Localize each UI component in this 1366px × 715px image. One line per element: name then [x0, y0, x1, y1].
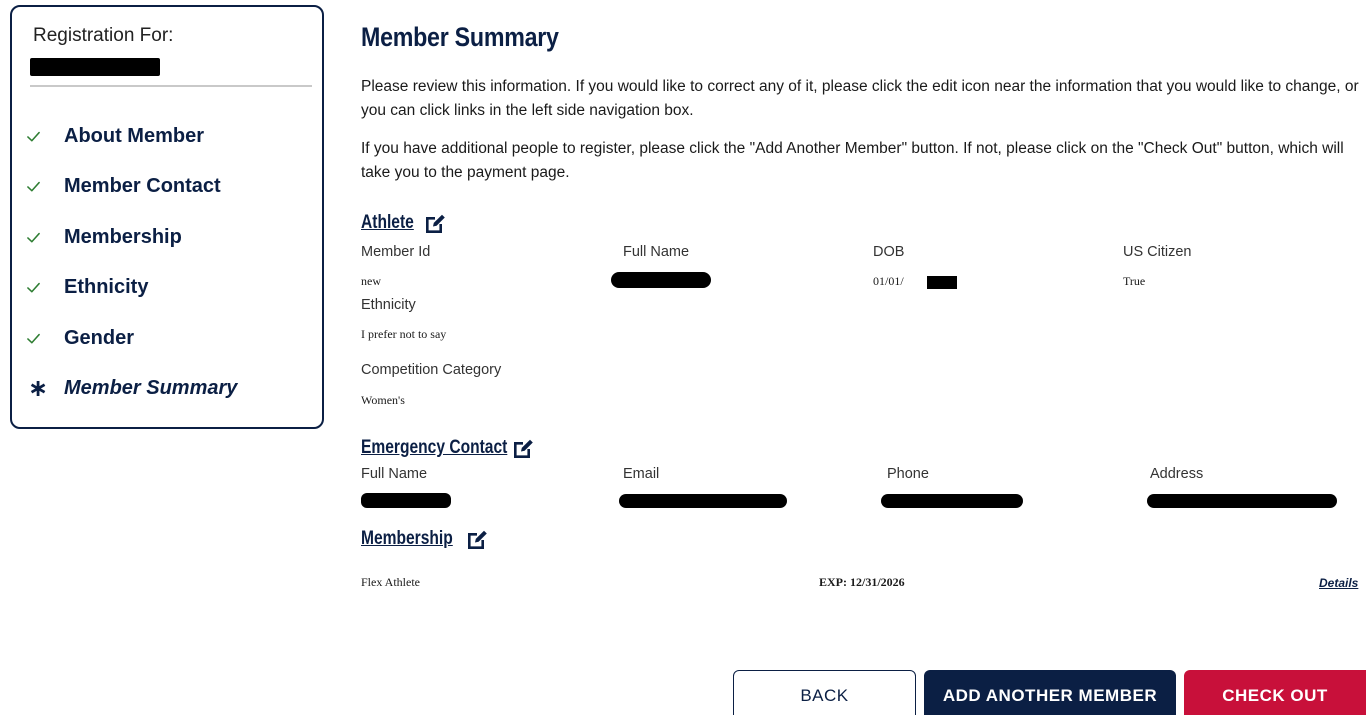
checkmark-icon — [26, 280, 52, 295]
sidebar-item-label: Ethnicity — [64, 276, 149, 299]
sidebar-item-about-member[interactable]: About Member — [26, 111, 237, 162]
us-citizen-value: True — [1123, 274, 1146, 288]
redacted-emergency-email — [619, 494, 787, 508]
sidebar-item-label: Gender — [64, 326, 135, 349]
athlete-heading: Athlete — [361, 212, 414, 233]
registration-sidebar: Registration For: About Member Member Co… — [10, 5, 324, 429]
emergency-phone-label: Phone — [887, 466, 929, 482]
redacted-dob-year — [927, 276, 957, 289]
checkmark-icon — [26, 230, 52, 245]
checkmark-icon — [26, 331, 52, 346]
membership-section-link[interactable]: Membership — [361, 528, 489, 550]
redacted-emergency-name — [361, 493, 451, 508]
redacted-emergency-address — [1147, 494, 1337, 508]
athlete-section-link[interactable]: Athlete — [361, 212, 447, 234]
emergency-contact-section-link[interactable]: Emergency Contact — [361, 437, 535, 459]
membership-heading: Membership — [361, 528, 453, 549]
redacted-athlete-name — [611, 272, 711, 288]
member-id-label: Member Id — [361, 244, 431, 260]
sidebar-divider — [30, 85, 312, 87]
emergency-full-name-label: Full Name — [361, 466, 428, 482]
sidebar-item-label: Member Contact — [64, 175, 221, 198]
competition-category-label: Competition Category — [361, 362, 502, 378]
edit-icon[interactable] — [511, 437, 535, 459]
registration-for-label: Registration For: — [33, 25, 174, 46]
dob-label: DOB — [873, 244, 905, 260]
sidebar-item-label: About Member — [64, 124, 204, 147]
membership-expiration: EXP: 12/31/2026 — [819, 575, 905, 589]
intro-paragraph: Please review this information. If you w… — [361, 78, 1359, 119]
sidebar-item-member-summary[interactable]: ∗ Member Summary — [26, 364, 237, 415]
checkmark-icon — [26, 179, 52, 194]
emergency-contact-heading: Emergency Contact — [361, 437, 508, 458]
membership-details-link[interactable]: Details — [1319, 576, 1358, 590]
sidebar-item-ethnicity[interactable]: Ethnicity — [26, 263, 237, 314]
member-id-value: new — [361, 274, 381, 288]
sidebar-item-gender[interactable]: Gender — [26, 313, 237, 364]
sidebar-item-member-contact[interactable]: Member Contact — [26, 162, 237, 213]
instructions-paragraph: If you have additional people to registe… — [361, 140, 1344, 181]
back-button[interactable]: BACK — [733, 670, 916, 715]
check-out-button[interactable]: CHECK OUT — [1184, 670, 1366, 715]
checkmark-icon — [26, 129, 52, 144]
asterisk-icon: ∗ — [28, 374, 49, 402]
sidebar-item-membership[interactable]: Membership — [26, 212, 237, 263]
edit-icon[interactable] — [423, 212, 447, 234]
membership-type-value: Flex Athlete — [361, 575, 420, 589]
us-citizen-label: US Citizen — [1123, 244, 1192, 260]
redacted-emergency-phone — [881, 494, 1023, 508]
sidebar-nav: About Member Member Contact Membership E… — [26, 111, 237, 414]
ethnicity-label: Ethnicity — [361, 297, 416, 313]
page-title: Member Summary — [361, 22, 559, 52]
redacted-member-name — [30, 58, 160, 76]
ethnicity-value: I prefer not to say — [361, 327, 447, 341]
edit-icon[interactable] — [465, 528, 489, 550]
emergency-email-label: Email — [623, 466, 660, 482]
sidebar-item-label: Membership — [64, 225, 182, 248]
dob-value: 01/01/ — [873, 274, 904, 288]
sidebar-item-label: Member Summary — [64, 377, 238, 400]
emergency-address-label: Address — [1150, 466, 1204, 482]
athlete-full-name-label: Full Name — [623, 244, 690, 260]
competition-category-value: Women's — [361, 393, 405, 407]
add-another-member-button[interactable]: ADD ANOTHER MEMBER — [924, 670, 1176, 715]
